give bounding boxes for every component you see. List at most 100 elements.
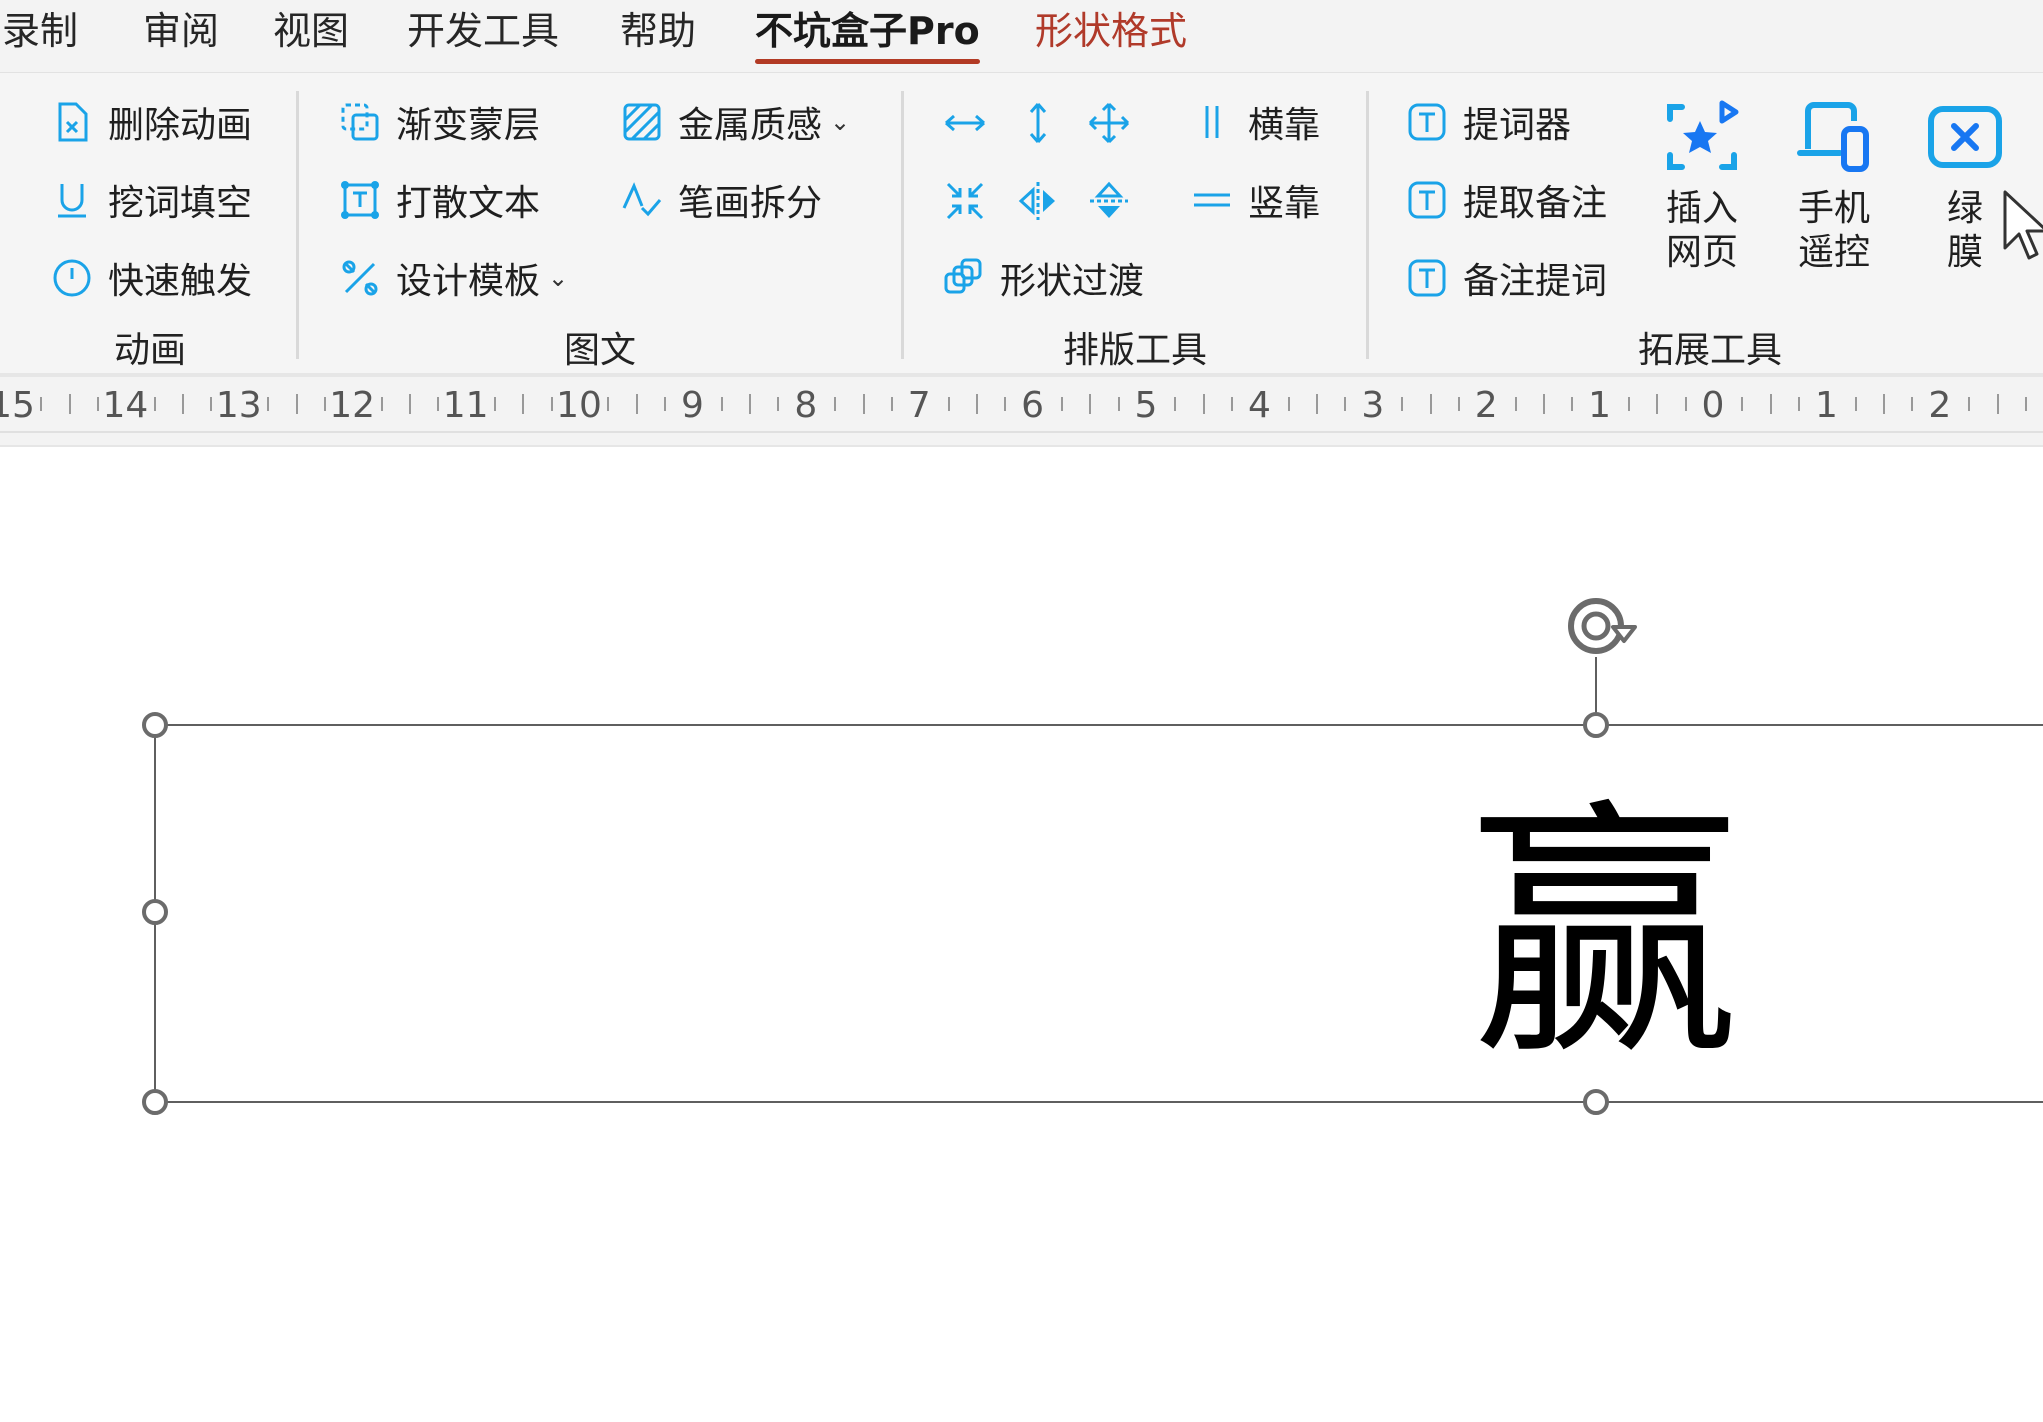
group-label-animation: 动画	[113, 330, 186, 371]
delete-animation-label: 删除动画	[108, 105, 253, 146]
teleprompter-button[interactable]: 提词器	[1405, 89, 1571, 155]
ruler-tick	[1316, 394, 1319, 414]
ruler-label: 2	[1928, 385, 1952, 426]
quick-trigger-button[interactable]: 快速触发	[50, 245, 252, 311]
ruler-tick	[1542, 394, 1545, 414]
ruler-tick	[1429, 394, 1432, 414]
ruler-tick	[210, 397, 213, 411]
gradient-mask-button[interactable]: 渐变蒙层	[338, 89, 540, 155]
ruler-tick	[2024, 397, 2027, 411]
ruler-tick	[1401, 397, 1404, 411]
ruler-tick	[1457, 397, 1460, 411]
insert-webpage-label: 插入 网页	[1665, 188, 1738, 273]
underline-icon	[50, 178, 94, 222]
delete-animation-button[interactable]: 删除动画	[50, 89, 252, 155]
ruler-label: 9	[680, 385, 704, 426]
gradient-mask-label: 渐变蒙层	[396, 105, 541, 146]
vertical-distribute-icon[interactable]	[1015, 100, 1061, 146]
move-arrows-icon[interactable]	[1086, 100, 1132, 146]
ruler-tick	[607, 397, 610, 411]
phone-remote-button[interactable]: 手机 遥控	[1779, 97, 1889, 275]
ruler-tick	[1798, 397, 1801, 411]
ruler-tick	[493, 397, 496, 411]
ruler-tick	[267, 397, 270, 411]
resize-handle-top-center[interactable]	[1583, 712, 1609, 738]
shape-transition-label: 形状过渡	[1000, 261, 1145, 302]
insert-webpage-button[interactable]: 插入 网页	[1647, 97, 1757, 275]
ruler-label: 5	[1134, 385, 1158, 426]
ribbon-panel: 删除动画 挖词填空 快速触发 动画 渐变蒙层 打散文本 设计模板 ⌄ 金属质感 …	[0, 72, 2043, 373]
scatter-text-button[interactable]: 打散文本	[338, 167, 540, 233]
chevron-down-icon: ⌄	[830, 108, 851, 136]
horizontal-distribute-icon[interactable]	[942, 100, 988, 146]
rotate-handle-icon[interactable]	[1563, 593, 1641, 659]
group-divider	[1366, 91, 1369, 359]
tab-developer[interactable]: 开发工具	[407, 6, 559, 56]
metal-texture-label: 金属质感	[678, 105, 823, 146]
active-tab-indicator	[755, 59, 980, 64]
phone-remote-icon	[1792, 97, 1876, 181]
ruler-tick	[295, 394, 298, 414]
stroke-split-button[interactable]: 笔画拆分	[620, 167, 822, 233]
extract-notes-button[interactable]: 提取备注	[1405, 167, 1607, 233]
tab-record[interactable]: 录制	[2, 6, 78, 56]
ruler-label: 6	[1021, 385, 1045, 426]
vertical-snap-button[interactable]: 竖靠	[1190, 167, 1320, 233]
ruler-tick	[1004, 397, 1007, 411]
insert-webpage-icon	[1660, 97, 1744, 181]
scatter-text-label: 打散文本	[396, 183, 541, 224]
tab-shape-format[interactable]: 形状格式	[1035, 6, 1187, 56]
mouse-pointer-icon	[2003, 190, 2043, 260]
cloze-fill-label: 挖词填空	[108, 183, 253, 224]
ruler-label: 13	[215, 385, 262, 426]
ruler-tick	[1968, 397, 1971, 411]
ruler-tick	[1231, 397, 1234, 411]
ruler-tick	[1202, 394, 1205, 414]
ruler-tick	[1911, 397, 1914, 411]
resize-handle-top-left[interactable]	[142, 712, 168, 738]
ruler-label: 1	[1814, 385, 1838, 426]
phone-remote-label: 手机 遥控	[1797, 188, 1870, 273]
ruler-label: 7	[907, 385, 931, 426]
stroke-split-label: 笔画拆分	[678, 183, 823, 224]
ruler-tick	[1571, 397, 1574, 411]
ruler-label: 0	[1701, 385, 1725, 426]
tab-view[interactable]: 视图	[273, 6, 349, 56]
ruler-tick	[1514, 397, 1517, 411]
horizontal-snap-button[interactable]: 横靠	[1190, 89, 1320, 155]
tab-help[interactable]: 帮助	[620, 6, 696, 56]
slide-text-character[interactable]: 赢	[1470, 800, 1740, 1070]
ruler-label: 14	[102, 385, 149, 426]
ruler-tick	[68, 394, 71, 414]
horizontal-ruler[interactable]: 15 14 13 12 11 10 9 8 7 6 5 4 3 2 1 0 1 2	[0, 373, 2043, 433]
tab-bukeng-box-pro[interactable]: 不坑盒子Pro	[755, 6, 980, 64]
flip-horizontal-icon[interactable]	[1015, 178, 1061, 224]
ruler-tick	[1656, 394, 1659, 414]
flip-vertical-icon[interactable]	[1086, 178, 1132, 224]
metal-texture-button[interactable]: 金属质感 ⌄	[620, 89, 850, 155]
horizontal-snap-label: 横靠	[1248, 105, 1321, 146]
notes-prompter-button[interactable]: 备注提词	[1405, 245, 1607, 311]
text-box-icon	[1405, 100, 1449, 144]
ruler-tick	[664, 397, 667, 411]
resize-handle-bottom-center[interactable]	[1583, 1089, 1609, 1115]
ruler-tick	[1627, 397, 1630, 411]
ruler-tick	[890, 397, 893, 411]
shrink-to-center-icon[interactable]	[942, 178, 988, 224]
tab-review[interactable]: 审阅	[143, 6, 219, 56]
shape-transition-button[interactable]: 形状过渡	[942, 245, 1144, 311]
ruler-tick	[947, 397, 950, 411]
ruler-tick	[97, 397, 100, 411]
ruler-tick	[1883, 394, 1886, 414]
design-template-button[interactable]: 设计模板 ⌄	[338, 245, 568, 311]
ruler-tick	[1060, 397, 1063, 411]
ruler-tick	[635, 394, 638, 414]
ruler-tick	[834, 397, 837, 411]
resize-handle-bottom-left[interactable]	[142, 1089, 168, 1115]
teleprompter-label: 提词器	[1463, 105, 1572, 146]
cloze-fill-button[interactable]: 挖词填空	[50, 167, 252, 233]
ruler-tick	[550, 397, 553, 411]
resize-handle-middle-left[interactable]	[142, 899, 168, 925]
extract-notes-label: 提取备注	[1463, 183, 1608, 224]
quick-trigger-label: 快速触发	[108, 261, 253, 302]
